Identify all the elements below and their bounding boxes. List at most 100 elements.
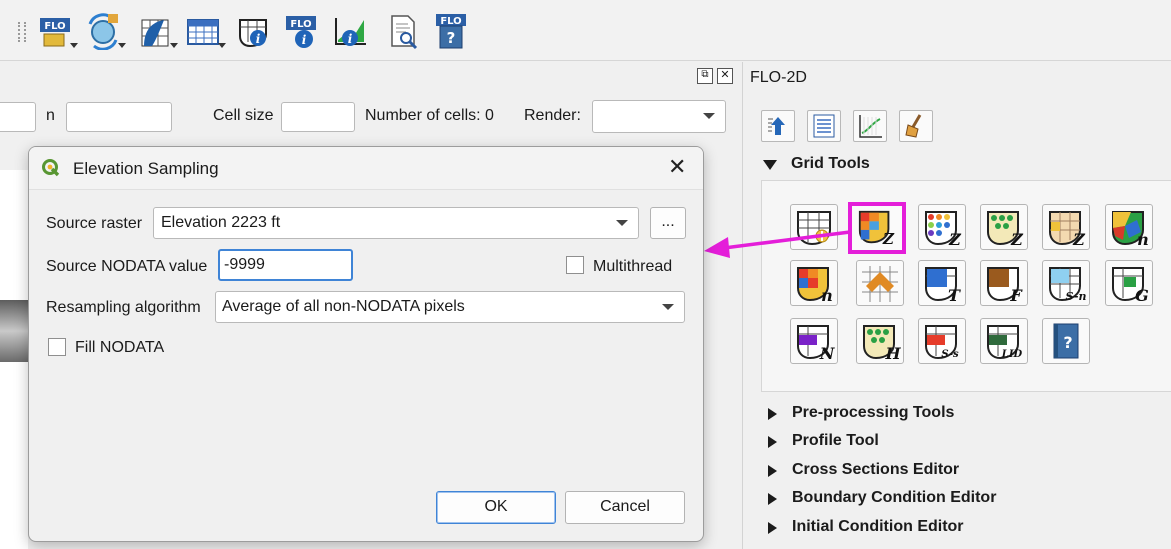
close-icon[interactable]: ✕ bbox=[717, 68, 733, 84]
table-editor-icon[interactable] bbox=[186, 12, 226, 50]
main-toolbar: FLO i FLO i i FLO? bbox=[0, 0, 1171, 61]
collapse-icon[interactable] bbox=[763, 160, 777, 170]
grid-info-icon[interactable]: i bbox=[236, 12, 270, 50]
sync-globe-icon[interactable] bbox=[86, 12, 126, 50]
source-raster-combo[interactable]: Elevation 2223 ft bbox=[153, 207, 639, 239]
list-button[interactable] bbox=[807, 110, 841, 142]
close-icon[interactable]: ✕ bbox=[668, 154, 686, 180]
tool-letter: S-s bbox=[941, 349, 959, 360]
render-combo[interactable] bbox=[592, 100, 726, 133]
svg-text:i: i bbox=[302, 33, 307, 47]
upload-button[interactable] bbox=[761, 110, 795, 142]
nodata-label: Source NODATA value bbox=[46, 258, 208, 275]
grid-n-input[interactable] bbox=[66, 102, 172, 132]
chevron-down-icon bbox=[616, 220, 628, 226]
flo-info-icon[interactable]: FLO i bbox=[284, 12, 318, 50]
multithread-checkbox[interactable] bbox=[566, 256, 584, 274]
shallow-n-button[interactable]: S-n bbox=[1042, 260, 1090, 306]
resampling-label: Resampling algorithm bbox=[46, 299, 201, 316]
document-search-icon[interactable] bbox=[386, 12, 420, 50]
hydraulic-structures-button[interactable]: H bbox=[856, 318, 904, 364]
svg-text:?: ? bbox=[1063, 333, 1072, 352]
flo-project-icon[interactable]: FLO bbox=[38, 12, 78, 50]
svg-text:i: i bbox=[256, 32, 261, 46]
lid-button[interactable]: LID bbox=[980, 318, 1028, 364]
gutter-button[interactable]: G bbox=[1105, 260, 1153, 306]
roughness-landuse-button[interactable]: n bbox=[1105, 204, 1153, 250]
hydraulic-h-icon: H bbox=[863, 325, 901, 362]
elevation-points-icon: Z bbox=[925, 211, 962, 248]
list-icon bbox=[813, 114, 835, 138]
elevation-polygon-icon: Z bbox=[1049, 211, 1086, 248]
svg-text:FLO: FLO bbox=[290, 19, 311, 30]
expand-icon[interactable] bbox=[768, 408, 777, 420]
upload-arrow-icon bbox=[768, 117, 785, 135]
elevation-z-icon: Z bbox=[858, 210, 895, 248]
fill-nodata-label: Fill NODATA bbox=[75, 339, 165, 356]
elevation-green-points-icon: Z bbox=[987, 211, 1024, 248]
cell-size-input[interactable] bbox=[281, 102, 355, 132]
tool-letter: Z bbox=[948, 230, 962, 248]
sample-elevation-points-button[interactable]: Z bbox=[918, 204, 966, 250]
expand-icon[interactable] bbox=[768, 436, 777, 448]
number-of-cells-label: Number of cells: 0 bbox=[365, 107, 494, 124]
cancel-button[interactable]: Cancel bbox=[565, 491, 685, 524]
assign-levee-button[interactable] bbox=[856, 260, 904, 306]
grid-tools-help-button[interactable]: ? bbox=[1042, 318, 1090, 364]
dialog-titlebar[interactable]: Elevation Sampling ✕ bbox=[29, 147, 703, 190]
section-preprocessing-tools[interactable]: Pre-processing Tools bbox=[792, 404, 954, 422]
source-raster-value: Elevation 2223 ft bbox=[161, 214, 281, 231]
dock-title: FLO-2D bbox=[750, 69, 807, 86]
tool-letter: LID bbox=[1001, 349, 1023, 360]
section-boundary-condition-editor[interactable]: Boundary Condition Editor bbox=[792, 489, 996, 507]
sample-elevation-grid-points-button[interactable]: Z bbox=[980, 204, 1028, 250]
map-tools-icon[interactable] bbox=[138, 12, 178, 50]
svg-text:FLO: FLO bbox=[44, 21, 65, 32]
expand-icon[interactable] bbox=[768, 522, 777, 534]
chart-icon bbox=[859, 115, 882, 138]
browse-button[interactable]: ... bbox=[650, 207, 686, 239]
gutter-g-icon: G bbox=[1112, 267, 1149, 304]
ok-button[interactable]: OK bbox=[436, 491, 556, 524]
clear-button[interactable] bbox=[899, 110, 933, 142]
storm-drain-button[interactable]: S-s bbox=[918, 318, 966, 364]
elevation-polygon-button[interactable]: Z bbox=[1042, 204, 1090, 250]
tool-letter: N bbox=[819, 344, 836, 362]
toolbar-grip[interactable] bbox=[18, 22, 26, 42]
float-icon[interactable]: ⧉ bbox=[697, 68, 713, 84]
chevron-down-icon bbox=[703, 113, 715, 119]
grid-tools-title[interactable]: Grid Tools bbox=[791, 155, 870, 173]
chart-button[interactable] bbox=[853, 110, 887, 142]
elevation-sampling-dialog: Elevation Sampling ✕ Source raster Eleva… bbox=[28, 146, 704, 542]
sample-manning-button[interactable]: n bbox=[790, 260, 838, 306]
annotation-arrow-icon bbox=[704, 230, 851, 258]
map-canvas-raster bbox=[0, 300, 28, 362]
flo2d-dock: ⧉ ✕ FLO-2D Grid Tools Z Z Z Z n n T F S-… bbox=[697, 62, 1171, 549]
shallow-n-icon: S-n bbox=[1049, 267, 1086, 303]
tolerance-button[interactable]: T bbox=[918, 260, 966, 306]
manning-n-icon: n bbox=[797, 267, 833, 304]
froude-f-icon: F bbox=[987, 267, 1023, 304]
froude-button[interactable]: F bbox=[980, 260, 1028, 306]
grid-n-label: n bbox=[46, 107, 55, 124]
nodata-value: -9999 bbox=[224, 256, 265, 273]
render-label: Render: bbox=[524, 107, 581, 124]
resampling-value: Average of all non-NODATA pixels bbox=[222, 298, 465, 315]
resampling-combo[interactable]: Average of all non-NODATA pixels bbox=[215, 291, 685, 323]
fill-nodata-checkbox[interactable] bbox=[48, 338, 66, 356]
noexchange-button[interactable]: N bbox=[790, 318, 838, 364]
expand-icon[interactable] bbox=[768, 493, 777, 505]
expand-icon[interactable] bbox=[768, 465, 777, 477]
roughness-landuse-icon: n bbox=[1112, 211, 1149, 248]
profile-info-icon[interactable]: i bbox=[334, 12, 368, 50]
grid-m-input[interactable] bbox=[0, 102, 36, 132]
nodata-input[interactable]: -9999 bbox=[218, 249, 353, 281]
tool-letter: Z bbox=[882, 230, 895, 248]
tool-letter: F bbox=[1009, 286, 1023, 304]
section-profile-tool[interactable]: Profile Tool bbox=[792, 432, 879, 450]
dialog-title: Elevation Sampling bbox=[73, 159, 219, 178]
section-initial-condition-editor[interactable]: Initial Condition Editor bbox=[792, 518, 964, 536]
section-cross-sections-editor[interactable]: Cross Sections Editor bbox=[792, 461, 959, 479]
tool-letter: n bbox=[821, 286, 833, 304]
flo-help-icon[interactable]: FLO? bbox=[434, 12, 468, 50]
